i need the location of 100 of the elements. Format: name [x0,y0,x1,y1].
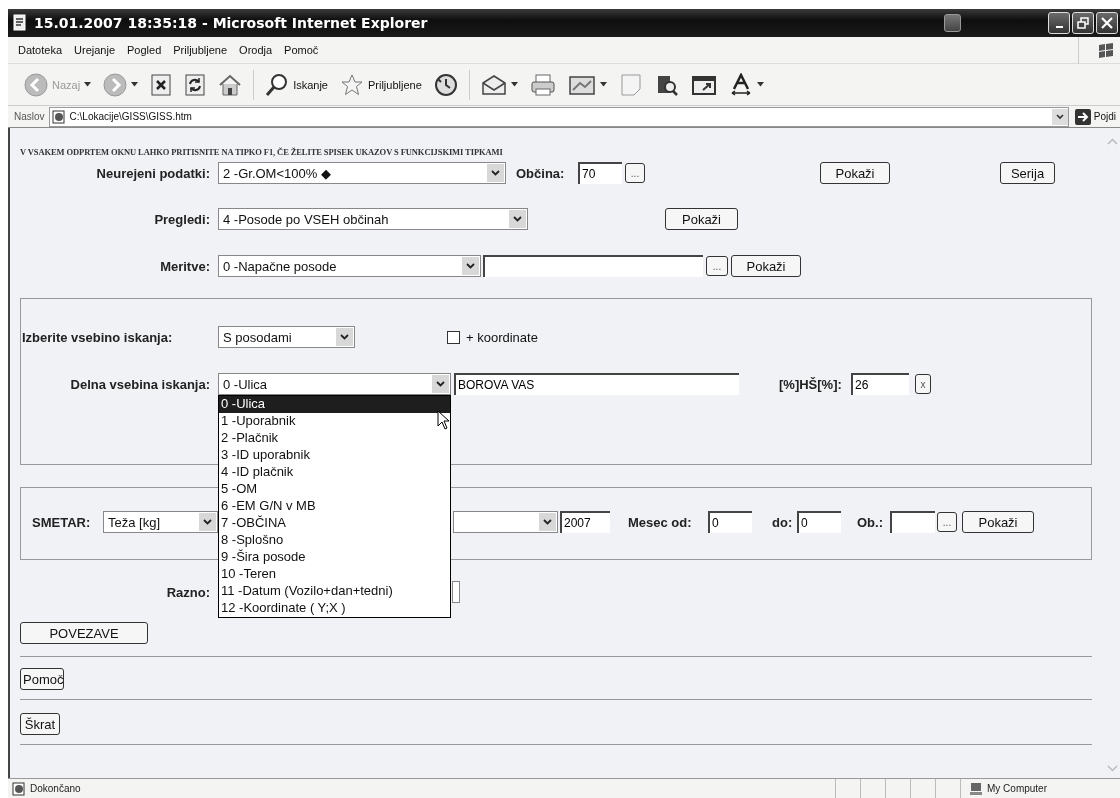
menu-item[interactable]: Orodja [236,44,282,56]
input-field[interactable]: 2007 [560,511,610,533]
window-title: 15.01.2007 18:35:18 - Microsoft Internet Explorer [34,15,429,31]
titlebar-button[interactable] [944,14,961,32]
printer-icon [529,72,556,97]
chevron-icon[interactable] [543,519,552,525]
dropdown-option[interactable]: 3 -ID uporabnik [219,447,450,464]
zone-text: My Computer [987,783,1047,794]
field-label: [%]HŠ[%]: [779,376,843,392]
caret-icon[interactable] [756,82,764,87]
field-label: SMETAR: [32,514,92,530]
notice-text: V VSAKEM ODPRTEM OKNU LAHKO PRITISNITE NA TIPKO F1, ČE ŽELITE SPISEK UKAZOV S FUNKCIJSKIMI TIPKAMI [20,147,503,157]
arrow-icon [1074,108,1091,125]
computer-icon [969,781,983,796]
home-icon [218,72,243,97]
dropdown[interactable] [452,581,460,603]
dropdown-option[interactable]: 10 -Teren [219,566,450,583]
dropdown-option[interactable]: 9 -Šira posode [219,549,450,566]
dropdown-option[interactable]: 5 -OM [219,481,450,498]
field-label: Razno: [165,584,210,600]
stop-icon [150,72,173,97]
form-button[interactable]: Škrat [20,713,60,735]
field-label: do: [772,514,794,530]
input-field[interactable]: 0 [797,511,841,533]
favorites-button[interactable]: Priljubljene [336,70,426,99]
field-label: Izberite vsebino iskanja: [22,329,174,345]
dropdown[interactable]: 0 -Ulica [218,373,451,395]
small-button[interactable]: ... [706,256,728,276]
field-label: Občina: [516,165,566,181]
chevron-icon[interactable] [513,216,522,222]
caret-icon[interactable] [599,82,607,87]
forward-icon [103,72,128,97]
dropdown-option[interactable]: 11 -Datum (Vozilo+dan+tedni) [219,583,450,600]
caret-icon[interactable] [84,82,92,87]
chevron-icon[interactable] [491,170,500,176]
input-field[interactable] [890,511,935,533]
mail-icon [480,72,507,97]
dropdown-option[interactable]: 7 -OBČINA [219,515,450,532]
dropdown[interactable]: 4 -Posode po VSEH občinah [218,208,528,230]
field-label: Delna vsebina iskanja: [69,376,210,392]
address-label: Naslov [14,111,45,122]
field-label: Neurejeni podatki: [95,165,210,181]
chevron-icon[interactable] [466,263,475,269]
dropdown[interactable]: 0 -Napačne posode [218,255,481,277]
menu-item[interactable]: Pogled [124,44,171,56]
form-button[interactable]: Pokaži [820,162,890,184]
menu-item[interactable]: Pomoč [281,44,328,56]
input-field[interactable] [483,255,703,277]
search-button[interactable]: Iskanje [261,70,332,99]
small-button[interactable]: ... [625,163,645,183]
note-icon [618,72,643,97]
back-icon [24,72,48,97]
chevron-icon[interactable] [436,381,445,387]
checkbox-label: + koordinate [466,329,538,345]
input-field[interactable]: 26 [851,373,909,395]
minimize-icon [1055,26,1063,28]
caret-icon[interactable] [131,82,139,87]
address-field[interactable]: C:\Lokacije\GISS\GISS.htm [48,106,1069,127]
chevron-icon[interactable] [1055,113,1064,120]
restore-button[interactable] [1072,12,1094,34]
dropdown[interactable]: Teža [kg] [103,511,218,533]
form-button[interactable]: Pokaži [731,255,801,277]
menu-item[interactable]: Priljubljene [170,44,237,56]
dropdown[interactable]: S posodami [218,326,355,348]
history-icon [433,72,458,97]
field-label: Ob.: [857,514,884,530]
dropdown-option[interactable]: 12 -Koordinate ( Y;X ) [219,600,450,617]
dropdown-option[interactable]: 6 -EM G/N v MB [219,498,450,515]
menu-item[interactable]: Urejanje [71,44,124,56]
status-text: Dokončano [30,783,82,794]
small-button[interactable]: ... [937,512,957,532]
minimize-button[interactable] [1048,12,1070,34]
search-icon [265,72,290,97]
caret-icon[interactable] [510,82,518,87]
menu-item[interactable]: Datoteka [15,44,72,56]
dropdown-option[interactable]: 2 -Plačnik [219,430,450,447]
form-button[interactable]: Pokaži [962,511,1034,533]
form-button[interactable]: POVEZAVE [20,622,148,644]
input-field[interactable]: BOROVA VAS [454,373,739,395]
chevron-icon[interactable] [340,334,349,340]
checkbox[interactable] [447,330,460,344]
go-button[interactable]: Pojdi [1068,108,1120,125]
dropdown-option[interactable]: 4 -ID plačnik [219,464,450,481]
input-field[interactable]: 70 [578,162,622,184]
dropdown-option[interactable]: 0 -Ulica [219,396,450,413]
chevron-icon[interactable] [203,519,212,525]
form-button[interactable]: Pomoč [20,668,64,690]
dropdown[interactable]: 2 -Gr.OM<100% ◆ [218,162,506,184]
input-field[interactable]: 0 [708,511,752,533]
restore-icon [1077,17,1089,29]
refresh-icon [184,72,207,97]
form-button[interactable]: Pokaži [665,208,738,230]
close-button[interactable] [1096,12,1118,34]
flag-logo-icon [1097,41,1115,59]
dropdown-option[interactable]: 8 -Splošno [219,532,450,549]
star-icon [340,72,364,97]
field-label: Meritve: [159,258,210,274]
field-label: Mesec od: [628,514,693,530]
form-button[interactable]: Serija [1000,162,1055,184]
small-button[interactable]: x [915,374,931,394]
